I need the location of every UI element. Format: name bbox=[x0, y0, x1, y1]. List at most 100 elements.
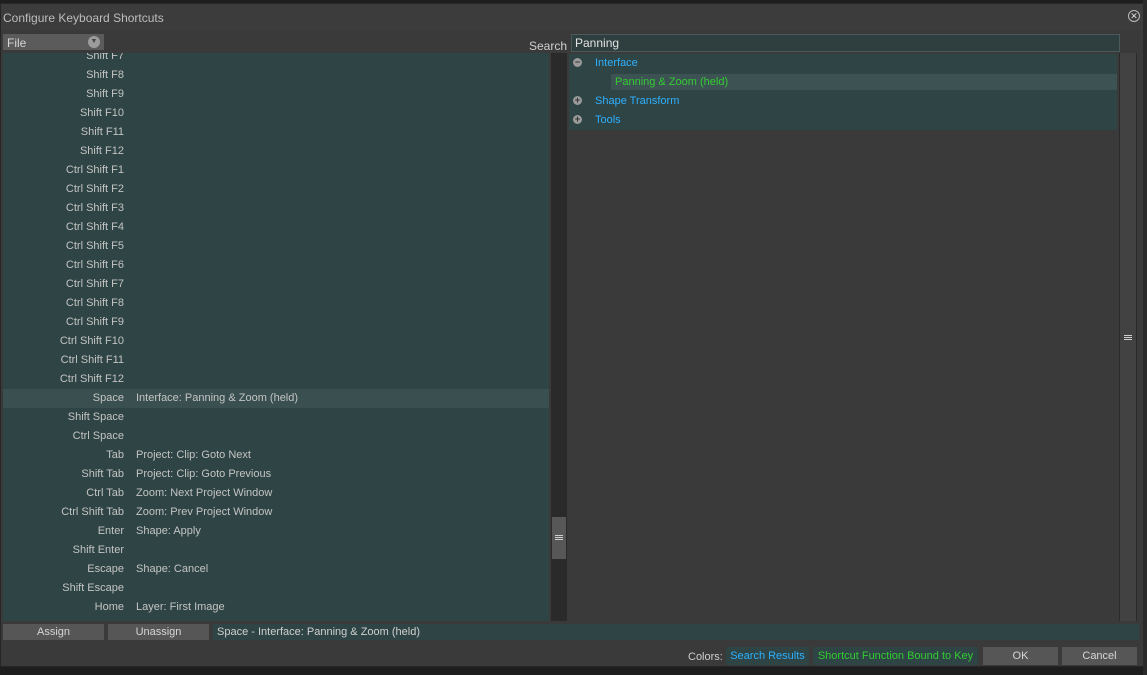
grip-line bbox=[1124, 335, 1132, 336]
assign-button[interactable]: Assign bbox=[3, 624, 104, 640]
shortcut-key: Ctrl Space bbox=[72, 430, 124, 442]
shortcut-function: Zoom: Next Project Window bbox=[136, 487, 273, 499]
shortcut-row[interactable]: Shift Space bbox=[3, 408, 549, 427]
result-label: Interface bbox=[595, 57, 638, 69]
shortcut-row[interactable]: Escape Shape: Cancel bbox=[3, 560, 549, 579]
result-group[interactable]: + Tools bbox=[569, 111, 1117, 130]
shortcut-key: Ctrl Shift F3 bbox=[65, 202, 124, 214]
shortcut-function: Frame: Rotation Reset bbox=[136, 620, 247, 621]
shortcut-list[interactable]: Shift F7 Shift F8 Shift F9 Shift F10 Shift F… bbox=[3, 53, 549, 621]
shortcut-key: Ctrl Shift F11 bbox=[60, 354, 124, 366]
shortcut-row[interactable]: Shift F11 bbox=[3, 123, 549, 142]
shortcut-function: Project: Clip: Goto Previous bbox=[136, 468, 272, 480]
shortcut-row[interactable]: Ctrl Shift Tab Zoom: Prev Project Window bbox=[3, 503, 549, 522]
grip-line bbox=[555, 537, 563, 538]
shortcut-row[interactable]: Ctrl Shift F3 bbox=[3, 199, 549, 218]
shortcut-function: Shape: Apply bbox=[136, 525, 201, 537]
scrollbar-thumb[interactable] bbox=[1120, 53, 1136, 621]
collapse-icon[interactable]: − bbox=[573, 58, 582, 67]
shortcut-key: Tab bbox=[106, 449, 124, 461]
shortcut-key: Ctrl Shift Tab bbox=[61, 506, 124, 518]
shortcut-key: Ctrl Shift F1 bbox=[65, 164, 124, 176]
chevron-down-icon: ▼ bbox=[88, 36, 100, 48]
shortcut-key: Ctrl Shift F5 bbox=[65, 240, 124, 252]
search-results-tree[interactable]: − Interface Panning & Zoom (held) + Shape Tr… bbox=[569, 53, 1117, 621]
shortcut-key: Shift Enter bbox=[72, 544, 124, 556]
shortcut-row[interactable]: Ctrl Shift F4 bbox=[3, 218, 549, 237]
shortcut-row[interactable]: Enter Shape: Apply bbox=[3, 522, 549, 541]
shortcut-row[interactable]: Space Interface: Panning & Zoom (held) bbox=[3, 389, 549, 408]
result-group[interactable]: + Shape Transform bbox=[569, 92, 1117, 111]
legend-bound-function: Shortcut Function Bound to Key bbox=[813, 647, 978, 665]
shortcut-row[interactable]: Ctrl Shift F11 bbox=[3, 351, 549, 370]
shortcut-row[interactable]: Shift Escape bbox=[3, 579, 549, 598]
shortcut-key: Ctrl Shift F4 bbox=[65, 221, 124, 233]
result-label: Tools bbox=[595, 114, 621, 126]
shortcut-key: Shift Home bbox=[70, 620, 124, 621]
result-label: Shape Transform bbox=[595, 95, 680, 107]
grip-line bbox=[1124, 337, 1132, 338]
cancel-button[interactable]: Cancel bbox=[1062, 647, 1137, 665]
configure-shortcuts-dialog: Configure Keyboard Shortcuts ✕ File ▼ Se… bbox=[0, 3, 1145, 667]
category-dropdown-value: File bbox=[7, 36, 27, 50]
shortcut-key: Ctrl Shift F12 bbox=[59, 373, 124, 385]
shortcut-row[interactable]: Ctrl Shift F8 bbox=[3, 294, 549, 313]
shortcut-row[interactable]: Ctrl Shift F2 bbox=[3, 180, 549, 199]
shortcut-key: Enter bbox=[97, 525, 124, 537]
shortcut-row[interactable]: Ctrl Shift F9 bbox=[3, 313, 549, 332]
shortcut-key: Ctrl Tab bbox=[86, 487, 124, 499]
grip-line bbox=[555, 535, 563, 536]
result-group[interactable]: − Interface bbox=[569, 54, 1117, 73]
shortcut-row[interactable]: Shift Enter bbox=[3, 541, 549, 560]
search-input[interactable] bbox=[571, 34, 1120, 52]
shortcut-row[interactable]: Ctrl Shift F6 bbox=[3, 256, 549, 275]
shortcut-row[interactable]: Ctrl Shift F1 bbox=[3, 161, 549, 180]
shortcut-row[interactable]: Ctrl Shift F12 bbox=[3, 370, 549, 389]
expand-icon[interactable]: + bbox=[573, 115, 582, 124]
result-item[interactable]: Panning & Zoom (held) bbox=[569, 73, 1117, 92]
unassign-button[interactable]: Unassign bbox=[108, 624, 209, 640]
window-title: Configure Keyboard Shortcuts bbox=[3, 11, 164, 25]
shortcut-row[interactable]: Ctrl Shift F10 bbox=[3, 332, 549, 351]
shortcut-row[interactable]: Ctrl Tab Zoom: Next Project Window bbox=[3, 484, 549, 503]
shortcut-row[interactable]: Ctrl Shift F7 bbox=[3, 275, 549, 294]
shortcut-row[interactable]: Shift F8 bbox=[3, 66, 549, 85]
shortcut-row[interactable]: Ctrl Shift F5 bbox=[3, 237, 549, 256]
shortcut-key: Shift F12 bbox=[79, 145, 124, 157]
shortcut-function: Shape: Cancel bbox=[136, 563, 209, 575]
ok-button[interactable]: OK bbox=[983, 647, 1058, 665]
shortcut-key: Ctrl Shift F9 bbox=[65, 316, 124, 328]
shortcut-row[interactable]: Tab Project: Clip: Goto Next bbox=[3, 446, 549, 465]
shortcut-key: Space bbox=[92, 392, 124, 404]
shortcut-key: Shift Escape bbox=[62, 582, 124, 594]
shortcut-row[interactable]: Shift F10 bbox=[3, 104, 549, 123]
shortcut-key: Home bbox=[94, 601, 124, 613]
expand-icon[interactable]: + bbox=[573, 96, 582, 105]
shortcut-row[interactable]: Shift F12 bbox=[3, 142, 549, 161]
shortcut-row[interactable]: Home Layer: First Image bbox=[3, 598, 549, 617]
shortcut-key: Ctrl Shift F6 bbox=[65, 259, 124, 271]
results-scrollbar[interactable] bbox=[1119, 53, 1137, 621]
shortcut-function: Layer: First Image bbox=[136, 601, 225, 613]
shortcut-key: Ctrl Shift F10 bbox=[59, 335, 124, 347]
grip-line bbox=[1124, 339, 1132, 340]
scrollbar-thumb[interactable] bbox=[552, 517, 566, 559]
result-label: Panning & Zoom (held) bbox=[615, 76, 729, 88]
category-dropdown[interactable]: File ▼ bbox=[3, 34, 104, 50]
search-label: Search bbox=[529, 39, 568, 53]
shortcut-row[interactable]: Shift Home Frame: Rotation Reset bbox=[3, 617, 549, 621]
close-icon[interactable]: ✕ bbox=[1128, 10, 1140, 22]
shortcut-function: Zoom: Prev Project Window bbox=[136, 506, 273, 518]
shortcut-row[interactable]: Shift F7 bbox=[3, 53, 549, 66]
shortcut-key: Shift Tab bbox=[81, 468, 124, 480]
shortcut-row[interactable]: Ctrl Space bbox=[3, 427, 549, 446]
shortcut-key: Shift F9 bbox=[86, 88, 124, 100]
shortcut-row[interactable]: Shift F9 bbox=[3, 85, 549, 104]
grip-line bbox=[555, 539, 563, 540]
title-bar[interactable]: Configure Keyboard Shortcuts ✕ bbox=[1, 4, 1144, 30]
shortcut-row[interactable]: Shift Tab Project: Clip: Goto Previous bbox=[3, 465, 549, 484]
shortcut-list-scrollbar[interactable] bbox=[551, 53, 567, 621]
shortcut-key: Ctrl Shift F2 bbox=[65, 183, 124, 195]
shortcut-key: Ctrl Shift F8 bbox=[65, 297, 124, 309]
colors-label: Colors: bbox=[688, 651, 723, 663]
